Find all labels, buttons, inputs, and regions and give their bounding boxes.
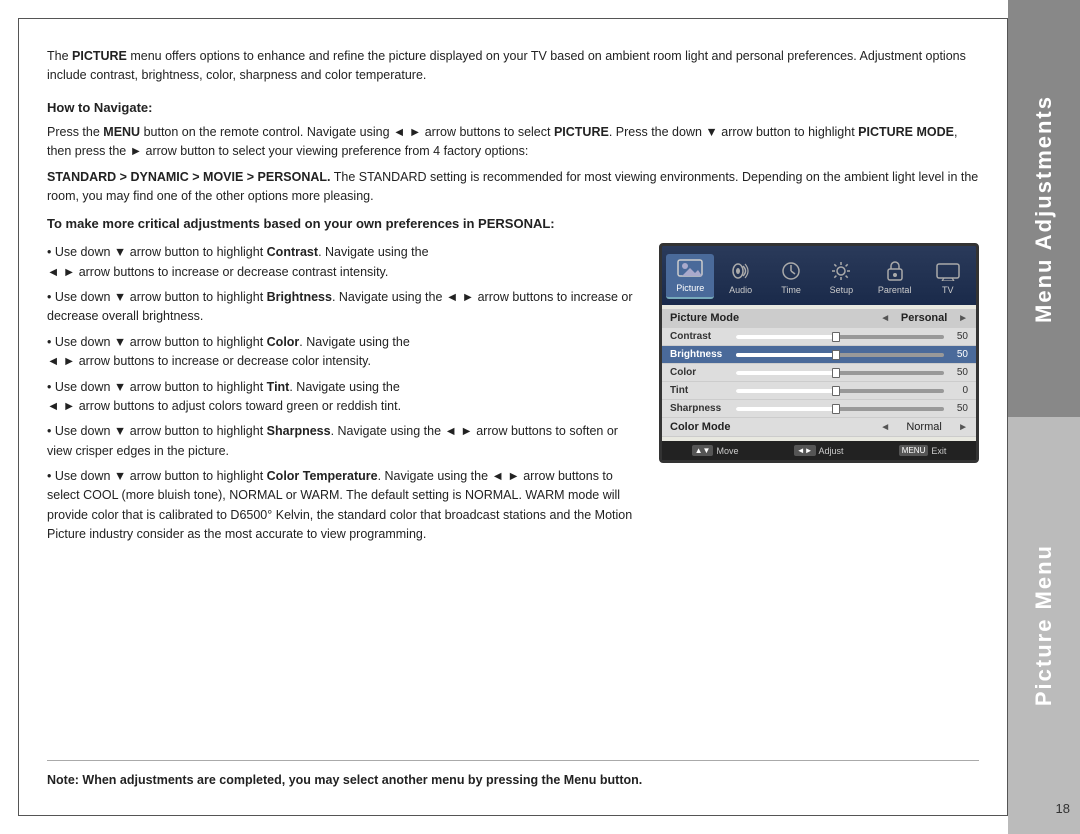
sharpness-fill [736, 407, 840, 411]
picture-mode-label: Picture Mode [670, 312, 880, 324]
contrast-fill [736, 335, 840, 339]
sidebar-bottom: Picture Menu [1008, 417, 1080, 834]
color-thumb [832, 368, 840, 378]
tv-icon-setup: Setup [817, 256, 865, 299]
bullet-tint: • Use down ▼ arrow button to highlight T… [47, 378, 641, 417]
intro-paragraph: The PICTURE menu offers options to enhan… [47, 47, 979, 86]
bullet-brightness: • Use down ▼ arrow button to highlight B… [47, 288, 641, 327]
tv-menu-widget: Picture Audio [659, 243, 979, 463]
tv-menu-footer: ▲▼ Move ◄► Adjust MENU Exit [662, 441, 976, 460]
tint-label: Tint [670, 385, 730, 396]
two-col-layout: • Use down ▼ arrow button to highlight C… [47, 243, 979, 746]
tint-fill [736, 389, 840, 393]
picture-icon-label: Picture [676, 283, 704, 293]
tv-icon-tv: TV [924, 256, 972, 299]
page-number: 18 [1056, 801, 1070, 816]
setup-icon-label: Setup [830, 285, 854, 295]
contrast-row: Contrast 50 [662, 328, 976, 346]
footer-move: ▲▼ Move [692, 445, 739, 456]
color-fill [736, 371, 840, 375]
tint-track [736, 389, 944, 393]
color-mode-control: ◄ Normal ► [880, 421, 968, 433]
tint-thumb [832, 386, 840, 396]
personal-section-title: To make more critical adjustments based … [47, 216, 979, 231]
brightness-thumb [832, 350, 840, 360]
sharpness-row: Sharpness 50 [662, 400, 976, 418]
brightness-track [736, 353, 944, 357]
sidebar: Menu Adjustments Picture Menu 18 [1008, 0, 1080, 834]
bottom-note: Note: When adjustments are completed, yo… [47, 760, 979, 787]
sidebar-menu-adjustments-label: Menu Adjustments [1031, 95, 1057, 323]
bullet-contrast: • Use down ▼ arrow button to highlight C… [47, 243, 641, 282]
color-mode-right-arrow: ► [958, 422, 968, 433]
main-content: The PICTURE menu offers options to enhan… [18, 18, 1008, 816]
color-mode-label: Color Mode [670, 421, 880, 433]
brightness-fill [736, 353, 840, 357]
tv-icon-tv-label: TV [942, 285, 954, 295]
bullet-color: • Use down ▼ arrow button to highlight C… [47, 333, 641, 372]
sharpness-thumb [832, 404, 840, 414]
brightness-row: Brightness 50 [662, 346, 976, 364]
contrast-label: Contrast [670, 331, 730, 342]
color-mode-left-arrow: ◄ [880, 422, 890, 433]
tv-menu-body: Picture Mode ◄ Personal ► Contrast [662, 305, 976, 441]
right-arrow: ► [958, 313, 968, 324]
picture-mode-value: Personal [894, 312, 954, 324]
sidebar-picture-menu-label: Picture Menu [1031, 544, 1057, 706]
audio-icon [727, 260, 755, 282]
tv-icon-picture: Picture [666, 254, 714, 299]
audio-icon-label: Audio [729, 285, 752, 295]
bullet-sharpness: • Use down ▼ arrow button to highlight S… [47, 422, 641, 461]
tint-value: 0 [950, 385, 968, 396]
how-to-navigate-heading: How to Navigate: [47, 100, 979, 115]
move-btn: ▲▼ [692, 445, 714, 456]
adjust-btn: ◄► [794, 445, 816, 456]
picture-mode-row: Picture Mode ◄ Personal ► [662, 309, 976, 328]
sharpness-track [736, 407, 944, 411]
bullet-color-temp: • Use down ▼ arrow button to highlight C… [47, 467, 641, 545]
color-row: Color 50 [662, 364, 976, 382]
exit-btn: MENU [899, 445, 929, 456]
tv-icon-audio: Audio [717, 256, 765, 299]
tv-icon-time: Time [767, 256, 815, 299]
contrast-value: 50 [950, 331, 968, 342]
exit-label: Exit [931, 446, 946, 456]
contrast-track [736, 335, 944, 339]
parental-icon-label: Parental [878, 285, 912, 295]
color-value: 50 [950, 367, 968, 378]
picture-mode-control: ◄ Personal ► [880, 312, 968, 324]
color-track [736, 371, 944, 375]
time-icon [777, 260, 805, 282]
move-label: Move [716, 446, 738, 456]
sharpness-value: 50 [950, 403, 968, 414]
nav-para2: STANDARD > DYNAMIC > MOVIE > PERSONAL. T… [47, 168, 979, 207]
footer-adjust: ◄► Adjust [794, 445, 844, 456]
footer-exit: MENU Exit [899, 445, 947, 456]
picture-icon [676, 258, 704, 280]
parental-icon [881, 260, 909, 282]
sharpness-label: Sharpness [670, 403, 730, 414]
time-icon-label: Time [781, 285, 801, 295]
setup-icon [827, 260, 855, 282]
contrast-thumb [832, 332, 840, 342]
color-label: Color [670, 367, 730, 378]
tint-row: Tint 0 [662, 382, 976, 400]
bullets-column: • Use down ▼ arrow button to highlight C… [47, 243, 641, 746]
color-mode-row: Color Mode ◄ Normal ► [662, 418, 976, 437]
left-arrow: ◄ [880, 313, 890, 324]
brightness-value: 50 [950, 349, 968, 360]
brightness-label: Brightness [670, 349, 730, 360]
color-mode-value: Normal [894, 421, 954, 433]
tv-icon-parental: Parental [868, 256, 922, 299]
tv-menu-icons: Picture Audio [662, 246, 976, 305]
nav-para1: Press the MENU button on the remote cont… [47, 123, 979, 162]
adjust-label: Adjust [819, 446, 844, 456]
tv-menu-image: Picture Audio [659, 243, 979, 746]
sidebar-top: Menu Adjustments [1008, 0, 1080, 417]
tv-icon-shape [934, 260, 962, 282]
